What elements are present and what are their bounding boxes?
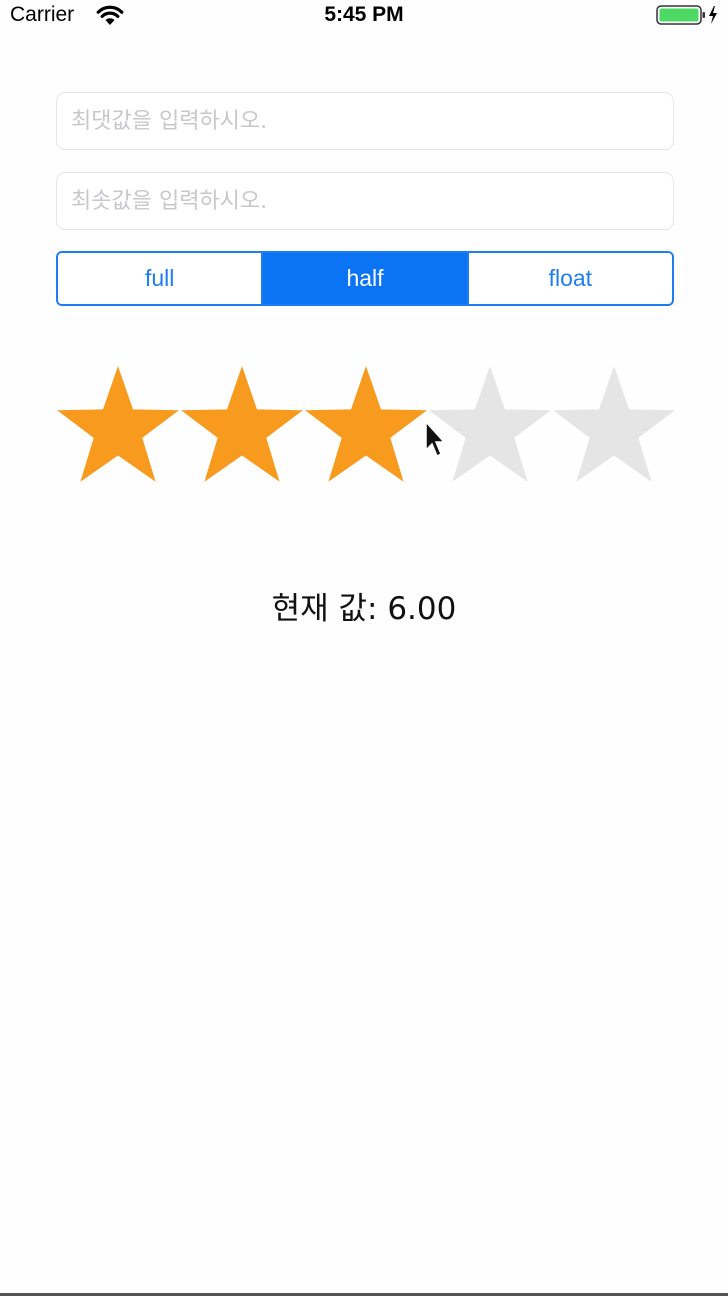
status-time: 5:45 PM [324,3,404,26]
min-value-input[interactable] [56,172,674,230]
charging-bolt-icon [709,6,717,24]
star-icon-empty[interactable] [429,366,551,482]
current-value-label: 현재 값: 6.00 [271,591,457,627]
max-value-input[interactable] [56,92,674,150]
star-icon-empty[interactable] [553,366,675,482]
rating-mode-segmented-control: full half float [56,251,674,306]
star-rating[interactable] [56,362,676,490]
star-icon-filled[interactable] [57,366,179,482]
segment-float[interactable]: float [466,253,672,304]
battery-icon [656,5,717,25]
status-bar: Carrier 5:45 PM [0,0,728,32]
segment-half[interactable]: half [261,253,467,304]
segment-full[interactable]: full [58,253,262,304]
star-icon-filled[interactable] [305,366,427,482]
mouse-cursor-icon [425,420,446,458]
star-icon-filled[interactable] [181,366,303,482]
